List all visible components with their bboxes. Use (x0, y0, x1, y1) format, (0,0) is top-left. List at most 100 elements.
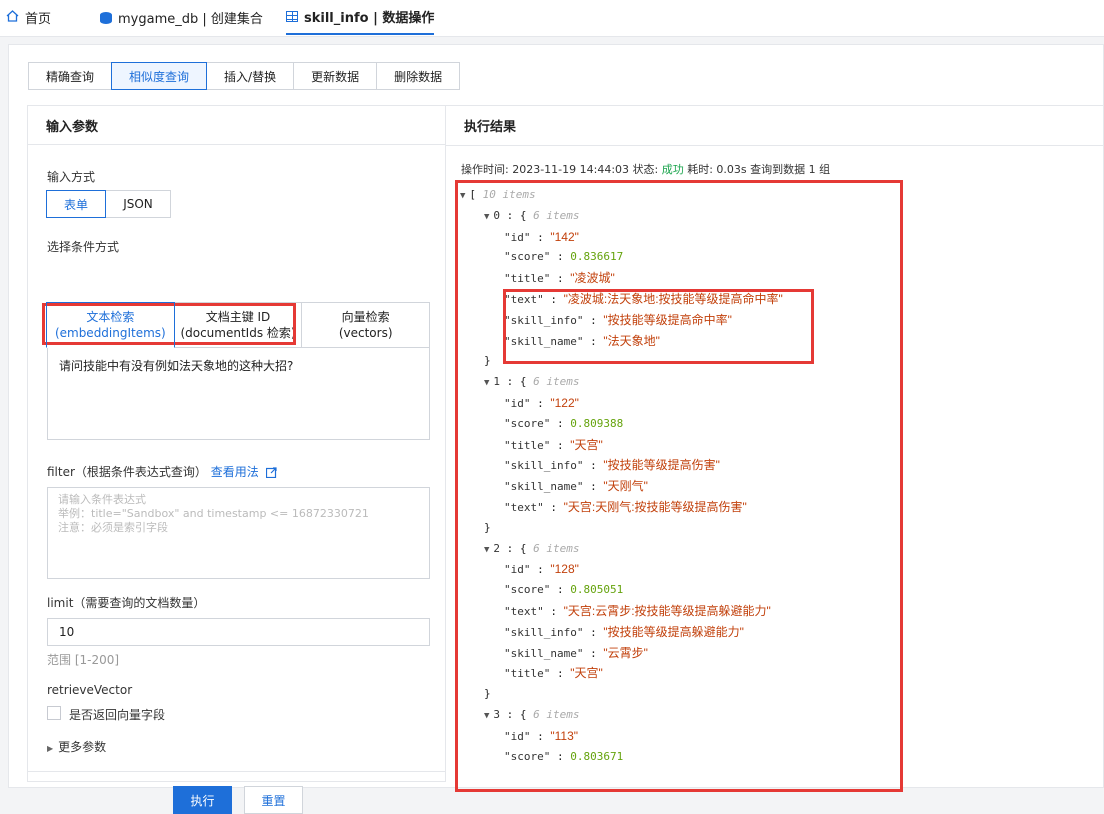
tab-similarity-query[interactable]: 相似度查询 (111, 62, 208, 90)
tab-create-collection-label: mygame_db | 创建集合 (118, 12, 263, 27)
result-meta: 操作时间: 2023-11-19 14:44:03 状态: 成功 耗时: 0.0… (461, 161, 830, 177)
collapse-item-icon[interactable]: ▼ (484, 212, 489, 222)
json-colon: : (550, 583, 571, 597)
external-link-icon[interactable] (265, 467, 277, 481)
result-item-count: 6 items (533, 208, 580, 222)
tab-document-id[interactable]: 文档主键 ID (documentIds 检索) (173, 302, 303, 348)
limit-input[interactable]: 10 (47, 618, 430, 646)
json-colon: : (583, 480, 604, 494)
query-text: 请问技能中有没有例如法天象地的这种大招? (59, 359, 294, 373)
json-value: "天刚气" (603, 479, 648, 494)
json-key: "skill_name" (504, 646, 584, 660)
json-key: "title" (504, 272, 551, 286)
json-colon: : (583, 459, 604, 473)
home-icon (6, 9, 19, 26)
json-value: "云霄步" (603, 645, 648, 660)
tab-data-operation[interactable]: skill_info | 数据操作 (286, 0, 435, 35)
json-root-line: ▼ [ 10 items (460, 188, 536, 203)
json-colon: : (583, 625, 604, 639)
json-value: "法天象地" (603, 333, 660, 348)
tab-document-id-title: 文档主键 ID (205, 310, 271, 324)
json-item-header: ▼ 0 : { 6 items (484, 209, 580, 224)
tab-exact-query[interactable]: 精确查询 (28, 62, 113, 90)
json-field-line: "title" : "天宫" (504, 438, 603, 453)
json-value: "凌波城:法天象地:按技能等级提高命中率" (563, 292, 783, 306)
json-viewer: ▼ [ 10 items ▼ 0 : { 6 items "id" : "142" "sc… (460, 188, 1090, 788)
tab-insert-replace[interactable]: 插入/替换 (206, 62, 295, 90)
query-textarea[interactable]: 请问技能中有没有例如法天象地的这种大招? (47, 347, 430, 440)
json-value: "按技能等级提高躲避能力" (603, 624, 744, 639)
collapse-item-icon[interactable]: ▼ (484, 711, 489, 721)
json-colon: : (530, 729, 551, 743)
tab-home[interactable]: 首页 (6, 0, 51, 35)
database-icon (100, 11, 112, 24)
more-params-toggle[interactable]: ▶ 更多参数 (47, 738, 106, 755)
json-item-close: } (484, 687, 491, 701)
execute-button[interactable]: 执行 (173, 786, 232, 814)
filter-placeholder-2: 举例：title="Sandbox" and timestamp <= 1687… (58, 507, 369, 520)
collapse-root-icon[interactable]: ▼ (460, 191, 465, 201)
json-field-line: "text" : "天宫:云霄步:按技能等级提高躲避能力" (504, 604, 771, 619)
json-value: "天宫" (570, 437, 603, 452)
result-item-count: 6 items (533, 541, 580, 555)
json-value: "按技能等级提高命中率" (603, 312, 732, 327)
json-colon: : (550, 667, 571, 681)
tab-update-data[interactable]: 更新数据 (293, 62, 378, 90)
json-key: "id" (504, 230, 531, 244)
json-colon: : (530, 230, 551, 244)
json-value: 0.803671 (570, 749, 624, 763)
json-field-line: "skill_name" : "天刚气" (504, 479, 648, 494)
json-colon: : (583, 646, 604, 660)
top-tab-bar: 首页 mygame_db | 创建集合 skill_info | 数据操作 (0, 0, 1104, 37)
json-field-line: "title" : "天宫" (504, 666, 603, 681)
json-colon: : (530, 563, 551, 577)
json-value: 0.836617 (570, 250, 624, 264)
json-key: "text" (504, 605, 544, 618)
tab-delete-data[interactable]: 删除数据 (376, 62, 461, 90)
filter-placeholder-3: 注意：必须是索引字段 (58, 521, 168, 534)
json-key: "skill_info" (504, 313, 584, 327)
limit-label: limit（需要查询的文档数量） (47, 596, 206, 610)
reset-button[interactable]: 重置 (244, 786, 303, 814)
collapse-item-icon[interactable]: ▼ (484, 378, 489, 388)
json-colon: : (550, 250, 571, 264)
json-bracket: } (484, 687, 491, 701)
json-key: "title" (504, 667, 551, 681)
retrieve-vector-checkbox-label: 是否返回向量字段 (69, 708, 166, 722)
json-field-line: "score" : 0.809388 (504, 417, 623, 431)
tab-text-search[interactable]: 文本检索 (embeddingItems) (46, 302, 175, 348)
json-value: "122" (550, 396, 579, 410)
json-item-header: ▼ 1 : { 6 items (484, 375, 580, 390)
json-key: "skill_info" (504, 459, 584, 473)
json-key: "skill_info" (504, 625, 584, 639)
tab-vector-search-title: 向量检索 (341, 310, 390, 324)
input-mode-toggle: 表单 JSON (46, 190, 171, 218)
json-colon: : (543, 293, 564, 306)
json-field-line: "score" : 0.836617 (504, 250, 623, 264)
tab-create-collection[interactable]: mygame_db | 创建集合 (100, 0, 263, 35)
json-colon: : (550, 272, 571, 286)
json-bracket: [ (469, 188, 483, 201)
json-key: "id" (504, 397, 531, 410)
mode-form-button[interactable]: 表单 (46, 190, 106, 218)
retrieve-vector-label: retrieveVector (47, 683, 133, 697)
json-value: "天宫:云霄步:按技能等级提高躲避能力" (563, 604, 771, 618)
json-colon: : (550, 416, 571, 430)
json-colon: : (583, 313, 604, 327)
filter-textarea[interactable]: 请输入条件表达式 举例：title="Sandbox" and timestam… (47, 487, 430, 579)
json-item-header: ▼ 2 : { 6 items (484, 542, 580, 557)
json-key: "score" (504, 583, 551, 597)
input-mode-label: 输入方式 (47, 170, 96, 184)
result-panel: 执行结果 操作时间: 2023-11-19 14:44:03 状态: 成功 耗时… (446, 105, 1104, 792)
json-value: "天宫:天刚气:按技能等级提高伤害" (563, 500, 747, 514)
json-key: "id" (504, 563, 531, 577)
tab-vector-search[interactable]: 向量检索 (vectors) (301, 302, 431, 348)
json-colon: : (530, 397, 551, 410)
json-colon: : (550, 438, 571, 452)
filter-usage-link[interactable]: 查看用法 (211, 465, 259, 479)
mode-json-button[interactable]: JSON (105, 190, 171, 218)
result-item-count: 6 items (533, 708, 580, 721)
json-key: "text" (504, 293, 544, 306)
collapse-item-icon[interactable]: ▼ (484, 545, 489, 555)
retrieve-vector-checkbox[interactable] (47, 706, 61, 720)
